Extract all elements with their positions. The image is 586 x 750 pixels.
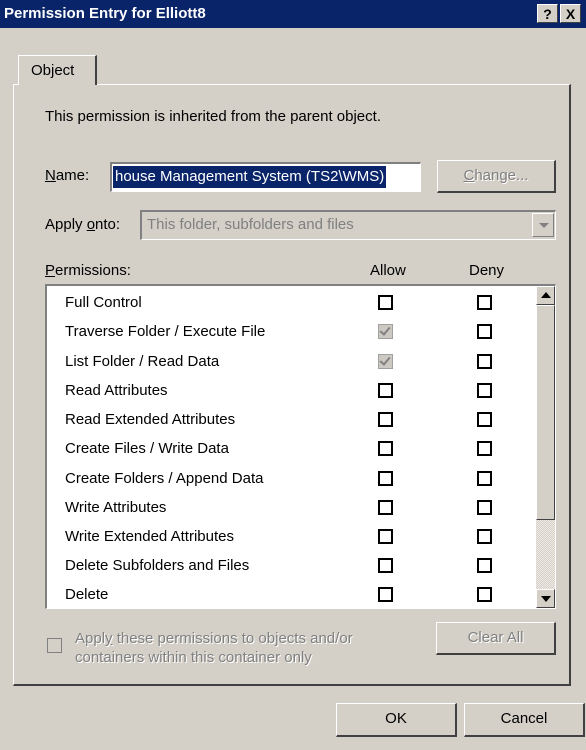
allow-checkbox[interactable] [378,295,393,310]
deny-checkbox[interactable] [477,529,492,544]
permission-name: Write Attributes [65,499,167,516]
permissions-label: Permissions: [45,262,131,279]
permission-name: Full Control [65,294,142,311]
deny-checkbox[interactable] [477,587,492,602]
apply-onto-select[interactable]: This folder, subfolders and files [140,210,556,240]
permission-name: Delete Subfolders and Files [65,557,250,574]
permission-row: Full Control [47,290,533,319]
permission-row: Write Attributes [47,495,533,524]
allow-checkbox[interactable] [378,587,393,602]
permission-row: Create Files / Write Data [47,436,533,465]
allow-checkbox[interactable] [378,558,393,573]
deny-checkbox[interactable] [477,295,492,310]
ok-button[interactable]: OK [336,703,457,737]
permission-name: Create Files / Write Data [65,440,229,457]
permission-name: Write Extended Attributes [65,528,234,545]
deny-header: Deny [469,262,505,279]
permission-name: List Folder / Read Data [65,353,220,370]
deny-checkbox[interactable] [477,324,492,339]
apply-onto-value: This folder, subfolders and files [147,216,354,233]
scroll-thumb[interactable] [536,305,555,520]
cancel-button[interactable]: Cancel [464,703,585,737]
allow-header: Allow [370,262,406,279]
change-button[interactable]: Change... [437,160,556,193]
deny-checkbox[interactable] [477,441,492,456]
allow-checkbox[interactable] [378,383,393,398]
permission-name: Traverse Folder / Execute File [65,323,266,340]
permission-name: Create Folders / Append Data [65,470,264,487]
tab-object-label: Object [31,62,75,79]
permission-row: Traverse Folder / Execute File [47,319,533,348]
deny-checkbox[interactable] [477,412,492,427]
inherited-notice: This permission is inherited from the pa… [45,108,381,125]
deny-checkbox[interactable] [477,500,492,515]
permission-row: Delete Subfolders and Files [47,553,533,582]
scroll-up-icon[interactable] [536,286,555,305]
scroll-track[interactable] [536,520,555,589]
deny-checkbox[interactable] [477,383,492,398]
allow-checkbox[interactable] [378,471,393,486]
deny-checkbox[interactable] [477,558,492,573]
allow-checkbox[interactable] [378,529,393,544]
close-button[interactable]: X [560,4,581,23]
name-label: Name: [45,167,90,184]
permission-name: Read Attributes [65,382,168,399]
permission-row: Delete [47,582,533,608]
name-field[interactable]: house Management System (TS2\WMS) [110,162,421,192]
apply-onto-label: Apply onto: [45,216,121,233]
allow-checkbox[interactable] [378,441,393,456]
allow-checkbox[interactable] [378,500,393,515]
permissions-list[interactable]: Full Control Traverse Folder / Execute Fi… [45,284,556,609]
tab-object[interactable]: Object [18,55,97,85]
scroll-down-icon[interactable] [536,589,555,608]
permission-row: Read Attributes [47,378,533,407]
permission-row: Create Folders / Append Data [47,466,533,495]
permission-row: Write Extended Attributes [47,524,533,553]
checkmark-icon [379,324,391,336]
clear-all-button[interactable]: Clear All [436,622,556,655]
help-button[interactable]: ? [537,4,558,23]
permission-name: Delete [65,586,109,603]
permission-row: Read Extended Attributes [47,407,533,436]
vertical-scrollbar[interactable] [536,286,555,608]
deny-checkbox[interactable] [477,471,492,486]
permission-row: List Folder / Read Data [47,349,533,378]
checkmark-icon [379,354,391,366]
allow-checkbox[interactable] [378,412,393,427]
deny-checkbox[interactable] [477,354,492,369]
apply-only-checkbox[interactable] [47,638,62,653]
dropdown-arrow-icon[interactable] [532,213,554,237]
title-bar: Permission Entry for Elliott8 ? X [0,0,586,28]
name-value: house Management System (TS2\WMS) [113,166,387,188]
allow-checkbox[interactable] [378,324,393,339]
window-title: Permission Entry for Elliott8 [4,5,206,22]
allow-checkbox[interactable] [378,354,393,369]
apply-only-label: Apply these permissions to objects and/o… [75,630,353,666]
permission-name: Read Extended Attributes [65,411,236,428]
